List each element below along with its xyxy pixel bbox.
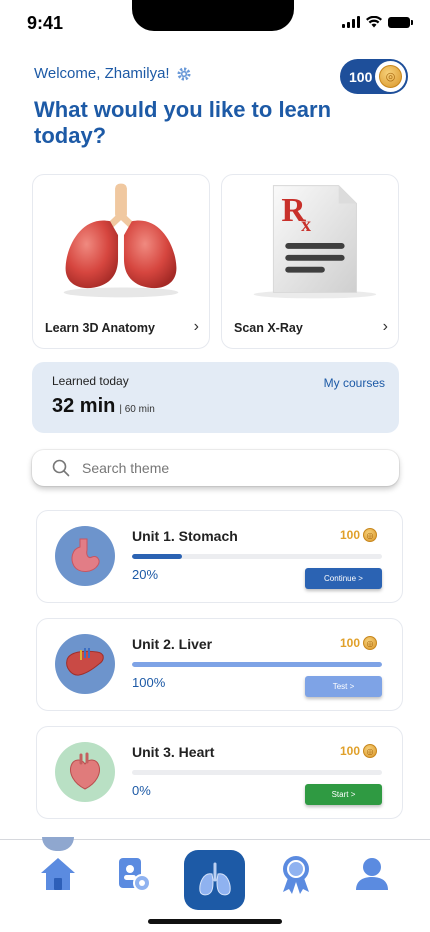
battery-icon [388, 16, 413, 28]
nav-achievements[interactable] [274, 852, 318, 896]
unit-points: 100 ◎ [340, 744, 377, 758]
coin-icon: ◎ [379, 65, 402, 88]
unit-card-heart[interactable]: Unit 3. Heart 100 ◎ 0% Start > [36, 726, 403, 819]
progress-fill [132, 554, 182, 559]
progress-track [132, 662, 382, 667]
coin-icon: ◎ [363, 744, 377, 758]
coins-balance[interactable]: 100 ◎ [340, 59, 408, 94]
scan-xray-card[interactable]: R x Scan X-Ray › [221, 174, 399, 349]
coins-count: 100 [349, 68, 373, 85]
nav-profile[interactable] [350, 852, 394, 896]
progress-track [132, 554, 382, 559]
unit-points-value: 100 [339, 744, 360, 758]
award-icon [283, 856, 309, 894]
signal-icon [342, 16, 360, 28]
nav-device-profile[interactable] [111, 852, 155, 896]
stomach-icon [71, 538, 100, 572]
search-icon [52, 459, 70, 477]
organ-avatar [55, 526, 115, 586]
unit-title: Unit 2. Liver [132, 636, 213, 652]
feature-label: Learn 3D Anatomy [45, 321, 155, 335]
progress-percent: 20% [132, 567, 159, 582]
page-title: What would you like to learn today? [34, 97, 332, 148]
liver-icon [66, 648, 104, 676]
coin-icon-wrap: ◎ [375, 61, 406, 92]
unit-points: 100 ◎ [340, 636, 377, 650]
device-profile-icon [119, 858, 151, 892]
learned-today-panel: Learned today My courses 32 min | 60 min [32, 362, 399, 433]
notch [132, 0, 294, 31]
gear-icon[interactable] [176, 66, 192, 82]
coin-icon: ◎ [363, 636, 377, 650]
progress-track [132, 770, 382, 775]
bottom-nav [0, 837, 430, 932]
continue-button[interactable]: Continue > [305, 568, 382, 589]
my-courses-link[interactable]: My courses [324, 376, 385, 390]
progress-percent: 100% [132, 675, 166, 690]
user-icon [356, 858, 388, 890]
unit-card-liver[interactable]: Unit 2. Liver 100 ◎ 100% Test > [36, 618, 403, 711]
search-bar[interactable] [32, 450, 399, 486]
unit-title: Unit 1. Stomach [132, 528, 238, 544]
learn-3d-anatomy-card[interactable]: Learn 3D Anatomy › [32, 174, 210, 349]
status-bar: 9:41 [0, 0, 430, 48]
welcome-text: Welcome, Zhamilya! [34, 65, 170, 82]
unit-points-value: 100 [339, 636, 360, 650]
progress-percent: 0% [132, 783, 151, 798]
progress-fill [132, 662, 382, 667]
organ-avatar [55, 742, 115, 802]
learned-time: 32 min | 60 min [52, 395, 155, 418]
svg-text:x: x [301, 214, 311, 236]
unit-card-stomach[interactable]: Unit 1. Stomach 100 ◎ 20% Continue > [36, 510, 403, 603]
unit-title: Unit 3. Heart [132, 744, 215, 760]
prescription-document-icon: R x [253, 185, 377, 299]
chevron-right-icon: › [193, 318, 199, 335]
home-icon [41, 858, 75, 890]
status-icons [342, 16, 413, 28]
home-indicator [148, 919, 282, 924]
organ-avatar [55, 634, 115, 694]
learned-label: Learned today [52, 374, 129, 388]
unit-points-value: 100 [339, 528, 360, 542]
nav-home[interactable] [36, 852, 80, 896]
heart-organ-icon [70, 752, 100, 790]
lungs-icon [198, 862, 231, 896]
unit-points: 100 ◎ [340, 528, 377, 542]
learned-time-value: 32 min [52, 395, 116, 417]
wifi-icon [366, 16, 382, 28]
status-time: 9:41 [27, 13, 64, 33]
active-indicator [42, 837, 74, 851]
start-button[interactable]: Start > [305, 784, 382, 805]
nav-anatomy[interactable] [184, 850, 245, 910]
coin-icon: ◎ [363, 528, 377, 542]
feature-label: Scan X-Ray [234, 321, 303, 335]
learned-goal: | 60 min [119, 404, 155, 415]
test-button[interactable]: Test > [305, 676, 382, 697]
lungs-icon [63, 183, 179, 298]
search-input[interactable] [82, 460, 362, 476]
chevron-right-icon: › [382, 318, 388, 335]
welcome-greeting: Welcome, Zhamilya! [34, 65, 192, 82]
